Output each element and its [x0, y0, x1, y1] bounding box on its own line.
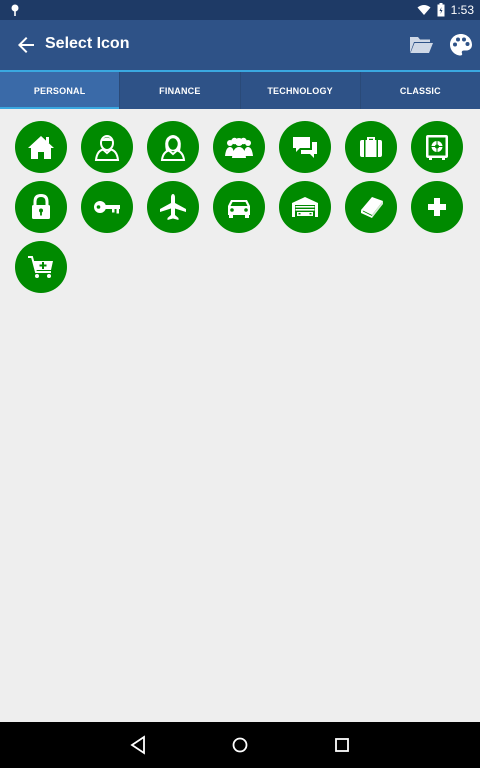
nav-recents-icon[interactable]	[331, 734, 353, 756]
woman-icon	[160, 135, 186, 161]
icon-option-garage[interactable]	[279, 181, 331, 233]
lock-icon	[32, 193, 50, 219]
garage-icon	[292, 197, 318, 217]
tab-technology[interactable]: TECHNOLOGY	[241, 72, 361, 109]
tab-finance[interactable]: FINANCE	[120, 72, 241, 109]
icon-option-airplane[interactable]	[147, 181, 199, 233]
palette-icon[interactable]	[448, 32, 474, 58]
app-bar: Select Icon	[0, 20, 480, 70]
icon-option-home[interactable]	[15, 121, 67, 173]
tab-personal[interactable]: PERSONAL	[0, 72, 121, 109]
key-icon	[94, 201, 120, 214]
briefcase-icon	[360, 137, 382, 157]
wifi-icon	[417, 5, 431, 15]
home-icon	[28, 136, 54, 159]
medical-cross-icon	[428, 198, 446, 216]
icon-option-car[interactable]	[213, 181, 265, 233]
group-icon	[225, 137, 253, 158]
icon-option-chat[interactable]	[279, 121, 331, 173]
icon-option-man[interactable]	[81, 121, 133, 173]
icon-option-safe[interactable]	[411, 121, 463, 173]
airplane-icon	[160, 194, 186, 220]
icon-option-group[interactable]	[213, 121, 265, 173]
safe-icon	[426, 135, 448, 160]
back-arrow-icon[interactable]	[14, 33, 38, 57]
icon-option-book[interactable]	[345, 181, 397, 233]
tab-classic[interactable]: CLASSIC	[361, 72, 480, 109]
man-icon	[94, 135, 120, 161]
battery-icon	[437, 3, 445, 17]
nav-home-icon[interactable]	[229, 734, 251, 756]
status-bar: 1:53	[0, 0, 480, 20]
icon-option-briefcase[interactable]	[345, 121, 397, 173]
icon-option-key[interactable]	[81, 181, 133, 233]
icon-option-cart-add[interactable]	[15, 241, 67, 293]
notification-icon	[11, 4, 19, 16]
icon-option-woman[interactable]	[147, 121, 199, 173]
car-icon	[228, 200, 250, 218]
category-tabs: PERSONAL FINANCE TECHNOLOGY CLASSIC	[0, 70, 480, 109]
page-title: Select Icon	[45, 35, 130, 52]
folder-icon[interactable]	[408, 32, 434, 58]
status-time: 1:53	[450, 3, 474, 17]
icon-option-lock[interactable]	[15, 181, 67, 233]
system-nav-bar	[0, 722, 480, 768]
nav-back-icon[interactable]	[128, 734, 150, 756]
book-icon	[361, 197, 383, 218]
chat-icon	[293, 137, 317, 158]
icon-option-medical-cross[interactable]	[411, 181, 463, 233]
cart-add-icon	[28, 256, 53, 278]
